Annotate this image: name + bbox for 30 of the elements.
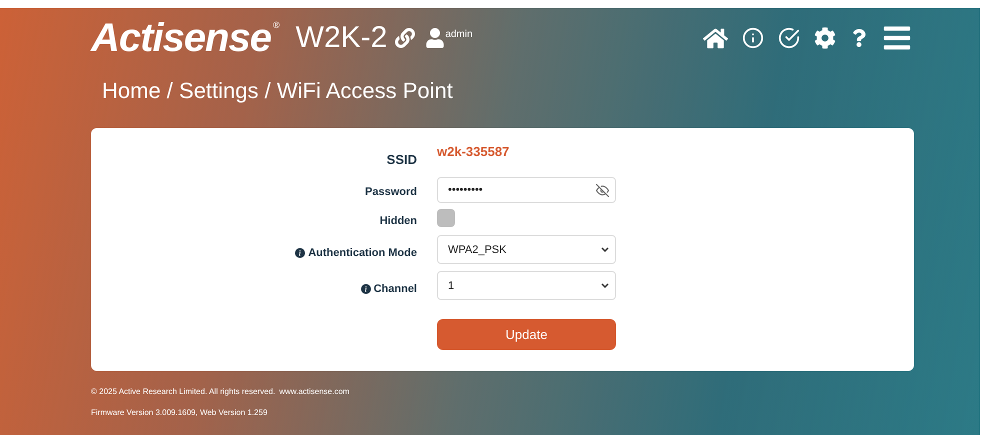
field-label: Password	[365, 186, 417, 198]
update-button[interactable]: Update	[437, 319, 616, 350]
website-link[interactable]: www.actisense.com	[279, 387, 350, 396]
select-field[interactable]: WPA2_PSK	[437, 235, 616, 264]
field-label: Authentication Mode	[295, 247, 417, 259]
check-circle-icon[interactable]	[778, 27, 800, 49]
device-name: W2K-2	[296, 21, 388, 55]
chevron-down-icon	[601, 247, 609, 252]
field-label: Channel	[360, 283, 417, 295]
copyright-text: © 2025 Active Research Limited. All rights reserved.	[91, 387, 276, 396]
info-icon[interactable]	[742, 27, 764, 49]
brand-logo: Actisense	[91, 16, 271, 60]
user-name: admin	[445, 28, 473, 40]
user-icon	[425, 28, 446, 48]
password-field[interactable]: •••••••••	[437, 177, 616, 203]
info-icon	[360, 284, 371, 294]
field-label: SSID	[386, 152, 417, 167]
help-icon[interactable]	[850, 29, 868, 47]
chevron-down-icon	[601, 283, 609, 288]
version-text: Firmware Version 3.009.1609, Web Version 1.259	[91, 408, 268, 417]
breadcrumb: Home / Settings / WiFi Access Point	[102, 78, 454, 105]
link-icon	[395, 28, 416, 48]
hidden-checkbox[interactable]	[437, 209, 455, 227]
select-field[interactable]: 1	[437, 271, 616, 300]
eye-slash-icon[interactable]	[596, 184, 609, 196]
settings-icon[interactable]	[814, 27, 836, 49]
info-icon	[295, 248, 306, 258]
registered-mark: ®	[272, 20, 280, 30]
ssid-value: w2k-335587	[437, 144, 510, 158]
field-label: Hidden	[380, 214, 417, 226]
